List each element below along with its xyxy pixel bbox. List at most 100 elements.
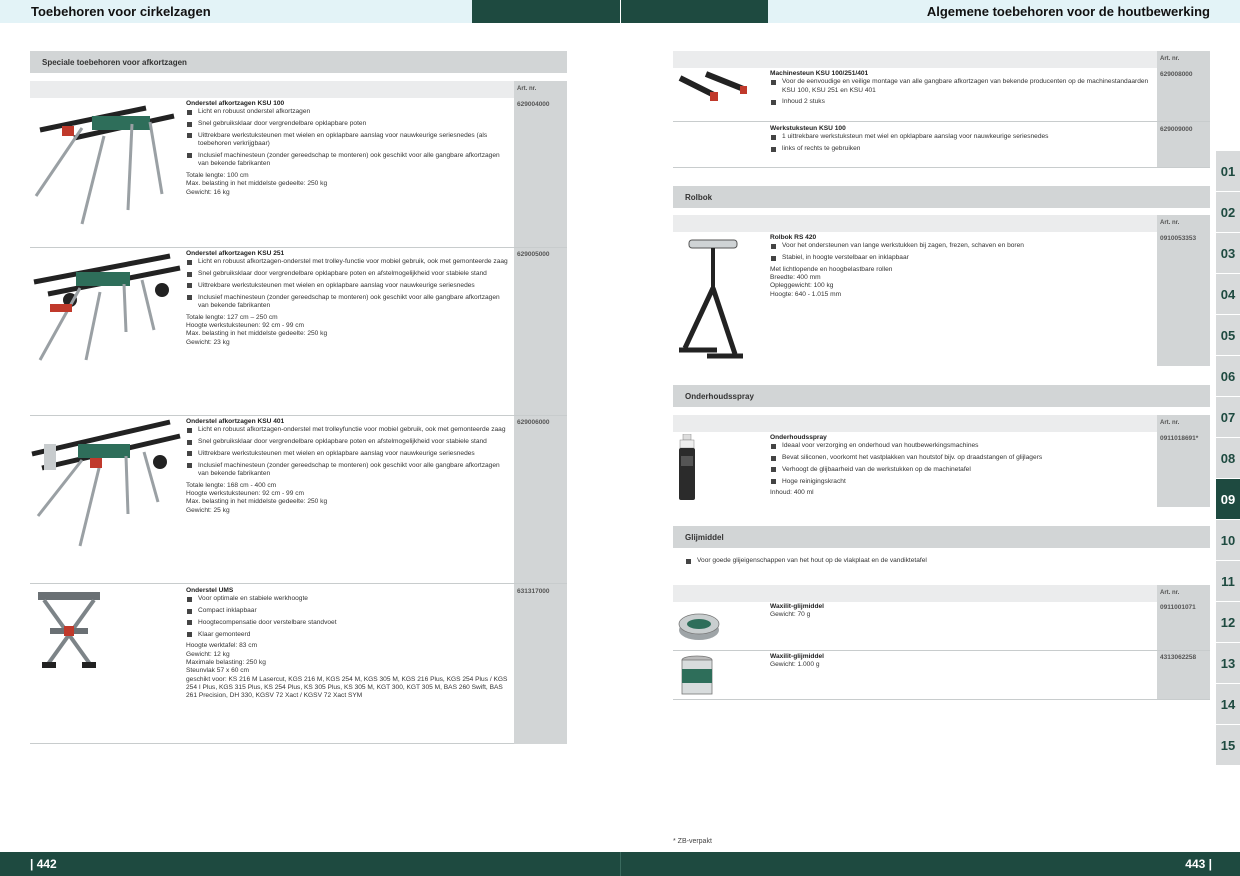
extended-saw-stand-icon — [30, 418, 182, 550]
row-divider — [30, 415, 567, 416]
product-spec: Totale lengte: 100 cm Max. belasting in … — [186, 172, 328, 196]
tab-10[interactable]: 10 — [1216, 520, 1240, 560]
tab-01[interactable]: 01 — [1216, 151, 1240, 191]
right-page-title: Algemene toebehoren voor de houtbewerkin… — [926, 4, 1210, 19]
row-divider — [30, 247, 567, 248]
product-spec: Gewicht: 70 g — [770, 611, 811, 619]
art-nr-header: Art. nr. — [514, 81, 567, 98]
tab-06[interactable]: 06 — [1216, 356, 1240, 396]
bullet-item: Ideaal voor verzorging en onderhoud van … — [770, 442, 1150, 450]
bullet-item: Bevat siliconen, voorkomt het vastplakke… — [770, 454, 1150, 462]
product-spec: Inhoud: 400 ml — [770, 489, 814, 497]
header-right-dark-band — [621, 0, 768, 23]
product-name: Waxilit-glijmiddel — [770, 653, 824, 660]
bullet-item: Snel gebruiksklaar door vergrendelbare o… — [186, 438, 511, 446]
art-number: 0911001071 — [1160, 604, 1196, 611]
bullet-item: Voor de eenvoudige en veilige montage va… — [770, 78, 1150, 95]
bullet-item: Licht en robuust afkortzagen-onderstel m… — [186, 426, 511, 434]
table-header-bar — [673, 51, 1157, 68]
product-name: Onderstel UMS — [186, 587, 234, 594]
bullet-list: Voor de eenvoudige en veilige montage va… — [770, 78, 1150, 106]
universal-stand-icon — [34, 590, 104, 672]
product-waxilit-70g: Waxilit-glijmiddel Gewicht: 70 g — [770, 603, 1150, 620]
product-rolbok: Rolbok RS 420 Voor het ondersteunen van … — [770, 234, 1150, 299]
product-name: Onderstel afkortzagen KSU 100 — [186, 100, 285, 107]
art-number: 4313062258 — [1160, 654, 1197, 661]
bullet-item: Voor goede glijeigenschappen van het hou… — [685, 557, 1205, 565]
machine-support-icon — [676, 70, 750, 110]
wax-tin-icon — [677, 604, 721, 642]
roller-stand-icon — [677, 236, 745, 364]
tab-12[interactable]: 12 — [1216, 602, 1240, 642]
product-spec: Gewicht: 1.000 g — [770, 661, 820, 669]
product-spec: Totale lengte: 168 cm - 400 cm Hoogte we… — [186, 481, 328, 514]
table-header-bar — [673, 415, 1157, 432]
row-divider — [673, 699, 1210, 700]
bullet-list: 1 uittrekbare werkstuksteun met wiel en … — [770, 133, 1150, 153]
product-name: Onderstel afkortzagen KSU 401 — [186, 418, 285, 425]
product-waxilit-1000g: Waxilit-glijmiddel Gewicht: 1.000 g — [770, 653, 1150, 670]
product-name: Rolbok RS 420 — [770, 234, 817, 241]
header-left-dark-band — [472, 0, 620, 23]
product-ksu100: Onderstel afkortzagen KSU 100 Licht en r… — [186, 100, 511, 197]
left-page-title: Toebehoren voor cirkelzagen — [31, 4, 211, 19]
art-number: 0910053353 — [1160, 235, 1197, 242]
bullet-item: Snel gebruiksklaar door vergrendelbare o… — [186, 270, 511, 278]
art-number: 0911018691* — [1160, 435, 1199, 442]
right-page-number: 443 | — [1185, 857, 1212, 871]
bullet-item: links of rechts te gebruiken — [770, 145, 1150, 153]
bullet-list: Licht en robuust onderstel afkortzagen S… — [186, 108, 511, 168]
row-divider — [673, 650, 1210, 651]
table-header-bar — [30, 81, 514, 98]
tab-09-active[interactable]: 09 — [1216, 479, 1240, 519]
art-nr-column — [1157, 232, 1210, 366]
tab-11[interactable]: 11 — [1216, 561, 1240, 601]
row-divider — [673, 167, 1210, 168]
product-ksu401: Onderstel afkortzagen KSU 401 Licht en r… — [186, 418, 511, 515]
bullet-item: Klaar gemonteerd — [186, 631, 511, 639]
table-header-bar — [673, 585, 1157, 602]
product-spec: Hoogte werktafel: 83 cm Gewicht: 12 kg M… — [186, 642, 508, 700]
miter-saw-stand-icon — [32, 100, 180, 230]
art-number: 629008000 — [1160, 71, 1193, 78]
product-spec: Met lichtlopende en hoogbelastbare rolle… — [770, 265, 893, 298]
bullet-item: Compact inklapbaar — [186, 607, 511, 615]
row-divider — [30, 583, 567, 584]
bullet-item: Inclusief machinesteun (zonder gereedsch… — [186, 294, 511, 311]
tab-03[interactable]: 03 — [1216, 233, 1240, 273]
bullet-list: Voor het ondersteunen van lange werkstuk… — [770, 242, 1150, 262]
product-werkstuksteun: Werkstuksteun KSU 100 1 uittrekbare werk… — [770, 125, 1150, 157]
section-title-afkortzagen: Speciale toebehoren voor afkortzagen — [30, 51, 567, 73]
tab-04[interactable]: 04 — [1216, 274, 1240, 314]
art-nr-header: Art. nr. — [1157, 51, 1210, 68]
bullet-list: Voor optimale en stabiele werkhoogte Com… — [186, 595, 511, 639]
bullet-item: Hoge reinigingskracht — [770, 478, 1150, 486]
bullet-item: Inclusief machinesteun (zonder gereedsch… — [186, 152, 511, 169]
product-ums: Onderstel UMS Voor optimale en stabiele … — [186, 587, 511, 701]
bullet-item: Inclusief machinesteun (zonder gereedsch… — [186, 462, 511, 479]
bullet-list: Ideaal voor verzorging en onderhoud van … — [770, 442, 1150, 486]
tab-13[interactable]: 13 — [1216, 643, 1240, 683]
left-page-number: | 442 — [30, 857, 57, 871]
tab-02[interactable]: 02 — [1216, 192, 1240, 232]
wax-can-icon — [679, 655, 715, 697]
bullet-item: Uittrekbare werkstuksteunen met wielen e… — [186, 132, 511, 149]
footnote: * ZB-verpakt — [673, 838, 712, 845]
art-nr-header: Art. nr. — [1157, 415, 1210, 432]
art-number: 629006000 — [517, 419, 550, 426]
tab-15[interactable]: 15 — [1216, 725, 1240, 765]
bullet-item: Snel gebruiksklaar door vergrendelbare o… — [186, 120, 511, 128]
art-number: 629009000 — [1160, 126, 1193, 133]
tab-05[interactable]: 05 — [1216, 315, 1240, 355]
bullet-item: 1 uittrekbare werkstuksteun met wiel en … — [770, 133, 1150, 141]
tab-07[interactable]: 07 — [1216, 397, 1240, 437]
art-nr-header: Art. nr. — [1157, 215, 1210, 232]
art-nr-column — [1157, 432, 1210, 507]
art-number: 629004000 — [517, 101, 550, 108]
row-divider — [673, 121, 1210, 122]
tab-08[interactable]: 08 — [1216, 438, 1240, 478]
bullet-item: Voor optimale en stabiele werkhoogte — [186, 595, 511, 603]
bullet-item: Verhoogt de glijbaarheid van de werkstuk… — [770, 466, 1150, 474]
tab-14[interactable]: 14 — [1216, 684, 1240, 724]
trolley-saw-stand-icon — [30, 252, 182, 364]
